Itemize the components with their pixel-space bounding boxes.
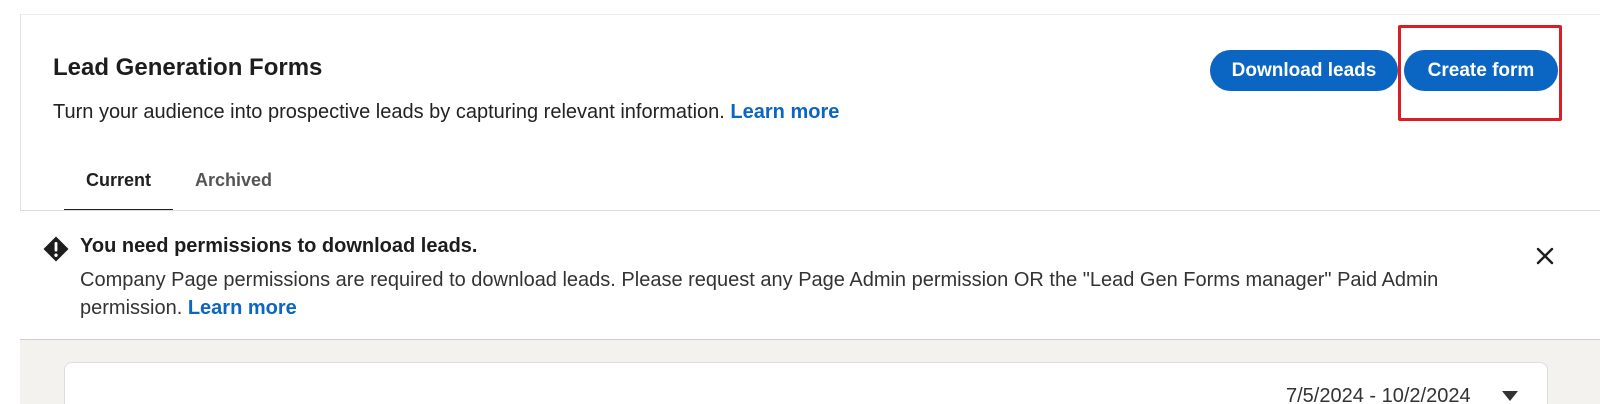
alert-learn-more-link[interactable]: Learn more [188,297,297,319]
tab-current[interactable]: Current [64,160,174,212]
top-divider [20,14,1600,15]
caret-down-icon[interactable] [1500,390,1520,402]
lead-gen-forms-page: Lead Generation Forms Turn your audience… [0,0,1600,404]
page-description: Turn your audience into prospective lead… [53,101,839,124]
tab-bar: Current Archived [64,160,294,212]
create-form-button[interactable]: Create form [1404,50,1558,91]
alert-title: You need permissions to download leads. [80,235,478,257]
page-title: Lead Generation Forms [53,54,323,81]
date-range-selector[interactable]: 7/5/2024 - 10/2/2024 [1286,385,1471,404]
close-icon[interactable] [1534,245,1556,267]
learn-more-link[interactable]: Learn more [730,101,839,123]
permissions-alert: You need permissions to download leads. … [20,211,1600,339]
alert-body: Company Page permissions are required to… [80,266,1500,322]
tab-archived[interactable]: Archived [173,160,294,212]
page-description-text: Turn your audience into prospective lead… [53,101,725,123]
download-leads-button[interactable]: Download leads [1210,50,1398,91]
warning-diamond-icon [43,236,69,262]
